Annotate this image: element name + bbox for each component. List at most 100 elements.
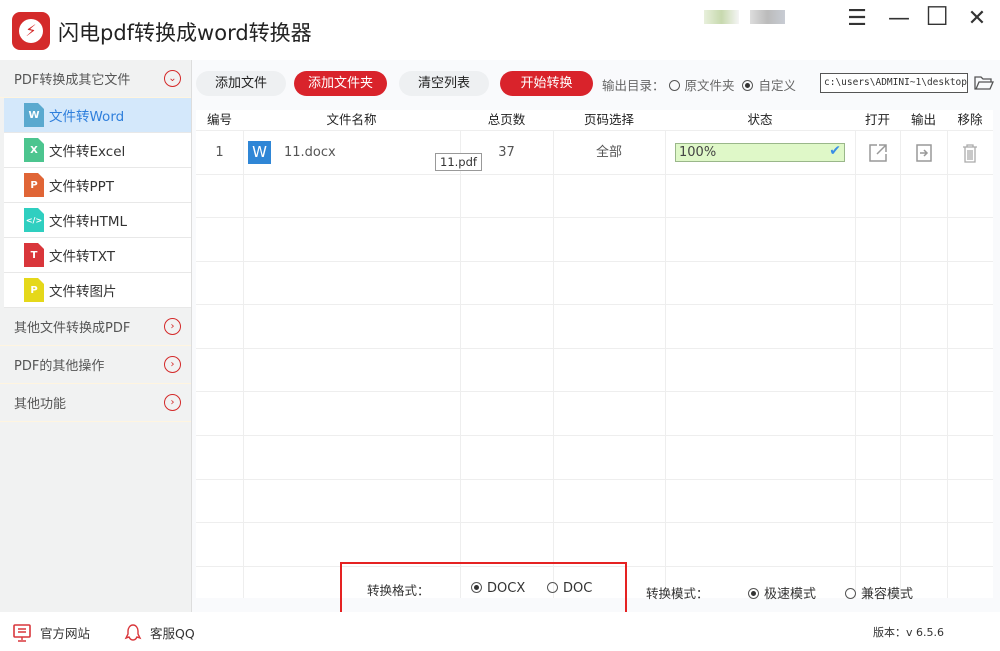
group-pdf-to-other[interactable]: PDF转换成其它文件⌄ (0, 60, 191, 98)
sidebar-item-label: 文件转TXT (49, 245, 115, 265)
group-other-functions[interactable]: 其他功能› (0, 384, 191, 422)
radio-icon (669, 80, 680, 91)
cell-index: 1 (196, 131, 243, 174)
close-button[interactable]: ✕ (962, 6, 992, 32)
radio-label: 原文件夹 (685, 78, 735, 93)
row-divider (196, 174, 993, 175)
column-divider (900, 130, 901, 598)
qq-label: 客服QQ (150, 623, 195, 642)
sidebar-item-word[interactable]: W文件转Word (4, 98, 191, 133)
progress-bar: 100% ✔ (675, 143, 845, 162)
sidebar-item-ppt[interactable]: P文件转PPT (4, 168, 191, 203)
sidebar: PDF转换成其它文件⌄ W文件转Word X文件转Excel P文件转PPT <… (0, 60, 192, 612)
html-file-icon: </> (24, 208, 44, 232)
qq-link[interactable]: 客服QQ (124, 623, 195, 642)
chevron-right-icon: › (164, 356, 181, 373)
sidebar-item-label: 文件转HTML (49, 210, 127, 230)
menu-button[interactable]: ☰ (842, 6, 872, 32)
qq-penguin-icon (124, 624, 142, 642)
minimize-button[interactable]: — (884, 6, 914, 32)
row-divider (196, 435, 993, 436)
word-doc-icon: W (248, 141, 271, 164)
row-divider (196, 304, 993, 305)
ppt-file-icon: P (24, 173, 44, 197)
word-file-icon: W (24, 103, 44, 127)
folder-open-icon[interactable] (974, 74, 994, 91)
column-divider (460, 130, 461, 598)
radio-fast-mode[interactable]: 极速模式 (748, 583, 816, 602)
column-divider (553, 130, 554, 598)
radio-checked-icon (471, 582, 482, 593)
row-divider (196, 479, 993, 480)
sidebar-item-label: 文件转PPT (49, 175, 114, 195)
column-divider (947, 130, 948, 598)
lightning-icon: ⚡ (19, 19, 43, 43)
filename-tooltip: 11.pdf (435, 153, 482, 171)
radio-label: DOC (563, 581, 592, 596)
group-label: PDF转换成其它文件 (14, 69, 130, 88)
clear-list-button[interactable]: 清空列表 (399, 71, 489, 96)
group-label: 其他文件转换成PDF (14, 317, 130, 336)
column-divider (665, 130, 666, 598)
radio-label: 极速模式 (764, 587, 816, 602)
app-title: 闪电pdf转换成word转换器 (58, 17, 312, 47)
sidebar-item-excel[interactable]: X文件转Excel (4, 133, 191, 168)
radio-icon (547, 582, 558, 593)
output-path-input[interactable]: c:\users\ADMINI~1\desktop (820, 73, 968, 93)
main-panel: 添加文件 添加文件夹 清空列表 开始转换 输出目录： 原文件夹 自定义 c:\u… (192, 60, 1000, 612)
website-label: 官方网站 (40, 623, 90, 642)
sidebar-item-html[interactable]: </>文件转HTML (4, 203, 191, 238)
output-icon[interactable] (916, 144, 932, 162)
progress-text: 100% (679, 145, 716, 160)
radio-compat-mode[interactable]: 兼容模式 (845, 583, 913, 602)
format-label: 转换格式： (367, 580, 430, 599)
radio-checked-icon (748, 588, 759, 599)
website-link[interactable]: 官方网站 (12, 623, 90, 642)
header-status: 状态 (665, 110, 855, 130)
blurred-avatar (704, 10, 739, 24)
header-remove: 移除 (947, 110, 993, 130)
header-range: 页码选择 (553, 110, 665, 130)
output-dir-options: 输出目录： 原文件夹 自定义 (602, 75, 796, 94)
version-text: 版本：v 6.5.6 (873, 624, 944, 640)
group-pdf-other-ops[interactable]: PDF的其他操作 › (0, 346, 191, 384)
open-external-icon[interactable] (868, 143, 888, 163)
app-logo: ⚡ (12, 12, 50, 50)
header-output: 输出 (900, 110, 947, 130)
sidebar-item-image[interactable]: P文件转图片 (4, 273, 191, 308)
start-convert-button[interactable]: 开始转换 (500, 71, 593, 96)
cell-range[interactable]: 全部 (553, 131, 665, 174)
cell-filename: 11.docx (284, 131, 336, 174)
radio-custom[interactable]: 自定义 (742, 78, 796, 93)
mode-label: 转换模式： (646, 583, 709, 602)
sidebar-item-label: 文件转图片 (49, 280, 117, 300)
group-label: PDF的其他操作 (14, 355, 104, 374)
trash-icon[interactable] (962, 143, 978, 163)
blurred-username (750, 10, 785, 24)
group-label: 其他功能 (14, 393, 66, 412)
excel-file-icon: X (24, 138, 44, 162)
radio-label: 兼容模式 (861, 587, 913, 602)
chevron-right-icon: › (164, 318, 181, 335)
check-icon: ✔ (829, 143, 841, 160)
monitor-icon (12, 624, 32, 642)
maximize-button[interactable]: ☐ (922, 2, 952, 28)
group-other-to-pdf[interactable]: 其他文件转换成PDF › (0, 308, 191, 346)
column-divider (855, 130, 856, 598)
radio-original-folder[interactable]: 原文件夹 (669, 78, 735, 93)
radio-checked-icon (742, 80, 753, 91)
add-file-button[interactable]: 添加文件 (196, 71, 286, 96)
radio-icon (845, 588, 856, 599)
row-divider (196, 217, 993, 218)
image-file-icon: P (24, 278, 44, 302)
radio-doc[interactable]: DOC (547, 581, 592, 596)
file-table: 编号 文件名称 总页数 页码选择 状态 打开 输出 移除 1 W 11.docx… (196, 110, 993, 598)
header-open: 打开 (855, 110, 900, 130)
radio-docx[interactable]: DOCX (471, 581, 525, 596)
radio-label: DOCX (487, 581, 525, 596)
add-folder-button[interactable]: 添加文件夹 (294, 71, 387, 96)
row-divider (196, 522, 993, 523)
txt-file-icon: T (24, 243, 44, 267)
row-divider (196, 348, 993, 349)
sidebar-item-txt[interactable]: T文件转TXT (4, 238, 191, 273)
